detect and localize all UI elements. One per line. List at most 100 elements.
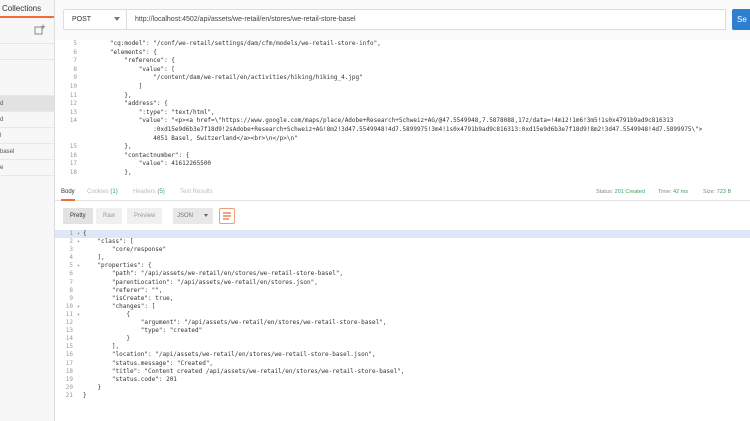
list-item[interactable] — [0, 80, 54, 96]
wrap-lines-button[interactable] — [219, 208, 235, 224]
code-line: 16 "contactnumber": { — [55, 152, 750, 161]
line-number: 8 — [73, 65, 77, 73]
raw-button[interactable]: Raw — [96, 208, 123, 224]
line-text: "core/response" — [83, 246, 167, 254]
line-number: 21 — [65, 391, 73, 399]
tab-test-results[interactable]: Test Results — [180, 183, 213, 201]
code-line: 7 "parentLocation": "/api/assets/we-reta… — [55, 279, 750, 287]
list-item-label: l — [0, 133, 2, 139]
code-line: 13 ":type": "text/html", — [55, 109, 750, 118]
collection-list: d d l basel e — [0, 80, 54, 176]
code-line: 9 "isCreate": true, — [55, 295, 750, 303]
list-item[interactable]: l — [0, 128, 54, 144]
line-text: "/content/dam/we-retail/en/activities/hi… — [81, 74, 363, 82]
sidebar-filter[interactable] — [0, 44, 54, 60]
list-item-label: basel — [0, 149, 15, 155]
line-text: { — [83, 230, 87, 237]
chevron-down-icon — [204, 214, 208, 217]
response-body-viewer[interactable]: 1 ▾{2 ▾ "class": [3 "core/response" 4 ], 5 ▾ … — [55, 230, 750, 421]
tab-count: (1) — [110, 189, 118, 195]
tab-count: (5) — [157, 189, 165, 195]
line-number: 13 — [65, 327, 73, 335]
code-line: 10 ▾ "changes": [ — [55, 303, 750, 311]
line-text: "reference": { — [81, 57, 175, 65]
request-bar: POST http://localhost:4502/api/assets/we… — [55, 0, 750, 40]
new-collection-icon[interactable] — [34, 24, 46, 36]
line-text: } — [83, 391, 87, 399]
code-line: 7 "reference": { — [55, 57, 750, 66]
list-item[interactable]: d — [0, 112, 54, 128]
list-item[interactable]: d — [0, 96, 54, 112]
list-item-label: d — [0, 117, 4, 123]
response-status: Status: 201 Created — [596, 183, 645, 201]
line-number: 16 — [65, 351, 73, 359]
line-number: 8 — [69, 286, 73, 294]
tab-label: Headers — [133, 189, 156, 195]
method-select[interactable]: POST — [63, 9, 127, 30]
line-number: 15 — [65, 343, 73, 351]
code-line: 5 "cq:model": "/conf/we-retail/settings/… — [55, 40, 750, 49]
request-body-editor[interactable]: 5 "cq:model": "/conf/we-retail/settings/… — [55, 40, 750, 180]
line-text: "cq:model": "/conf/we-retail/settings/da… — [81, 40, 381, 47]
format-select-label: JSON — [177, 213, 194, 219]
line-text: "location": "/api/assets/we-retail/en/st… — [83, 351, 376, 359]
tab-collections[interactable]: Collections — [0, 0, 54, 18]
code-line: 20 } — [55, 384, 750, 392]
code-line: 10 ] — [55, 83, 750, 92]
code-line: 11 ▾ { — [55, 311, 750, 319]
code-line: 9 "/content/dam/we-retail/en/activities/… — [55, 74, 750, 83]
line-text: "isCreate": true, — [83, 294, 174, 302]
code-line: 18 }, — [55, 169, 750, 178]
line-text: "status.message": "Created", — [83, 359, 214, 367]
tab-cookies[interactable]: Cookies (1) — [87, 183, 118, 201]
line-text: "value": [ — [81, 65, 175, 73]
line-number: 18 — [65, 367, 73, 375]
preview-button[interactable]: Preview — [127, 208, 163, 224]
line-number: 9 — [73, 74, 77, 82]
send-button[interactable]: Se — [732, 9, 750, 30]
url-input[interactable]: http://localhost:4502/api/assets/we-reta… — [126, 9, 726, 30]
line-text: }, — [81, 168, 132, 176]
line-text: "address": { — [81, 100, 168, 108]
line-number: 10 — [69, 82, 77, 90]
line-text: "class": [ — [83, 238, 134, 246]
line-text: "elements": { — [81, 48, 157, 56]
response-size: Size: 723 B — [703, 183, 731, 201]
line-text: }, — [81, 143, 132, 151]
line-number: 10 — [65, 302, 73, 310]
line-number: 3 — [69, 246, 73, 254]
pretty-button[interactable]: Pretty — [63, 208, 93, 224]
list-item-label: d — [0, 101, 4, 107]
code-line: 5 ▾ "properties": { — [55, 262, 750, 270]
line-number: 5 — [73, 40, 77, 47]
code-line: 4051 Basel, Switzerland</a><br>\n</p>\n" — [55, 135, 750, 144]
code-line: 3 "core/response" — [55, 246, 750, 254]
list-item[interactable]: basel — [0, 144, 54, 160]
line-number: 6 — [69, 270, 73, 278]
line-number: 11 — [69, 91, 77, 99]
format-toolbar: Pretty Raw Preview JSON — [55, 207, 750, 225]
status-value: 201 Created — [614, 189, 645, 195]
code-line: 15 ], — [55, 343, 750, 351]
size-label: Size: — [703, 189, 716, 195]
line-number: 17 — [65, 359, 73, 367]
line-number: 13 — [69, 108, 77, 116]
sidebar: Collections d d l basel e — [0, 0, 55, 421]
code-line: 8 "value": [ — [55, 66, 750, 75]
tab-body[interactable]: Body — [61, 183, 75, 201]
line-number: 15 — [69, 143, 77, 151]
format-select[interactable]: JSON — [173, 208, 213, 224]
code-line: 19 "status.code": 201 — [55, 376, 750, 384]
code-line: 4 ], — [55, 254, 750, 262]
line-number: 5 — [69, 262, 73, 270]
line-text: }, — [81, 91, 132, 99]
list-item[interactable]: e — [0, 160, 54, 176]
code-line: 16 "location": "/api/assets/we-retail/en… — [55, 351, 750, 359]
tab-label: Cookies — [87, 189, 109, 195]
sidebar-toolbar — [0, 18, 54, 44]
line-text: "value": 41612265500 — [81, 160, 212, 168]
line-number: 11 — [65, 310, 73, 318]
tab-headers[interactable]: Headers (5) — [133, 183, 165, 201]
line-text: "referer": "", — [83, 286, 163, 294]
line-number: 14 — [69, 117, 77, 125]
